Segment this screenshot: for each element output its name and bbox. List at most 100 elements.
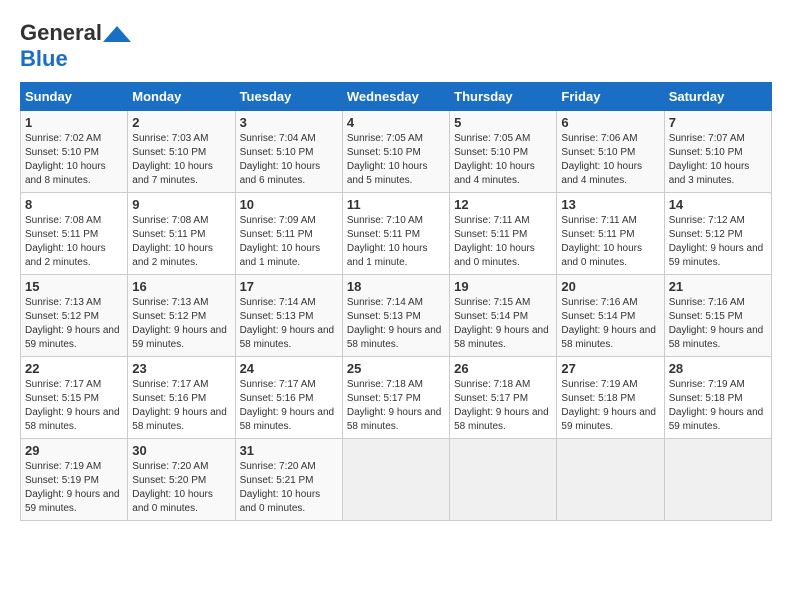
day-number: 5 xyxy=(454,115,552,130)
calendar-cell: 30 Sunrise: 7:20 AMSunset: 5:20 PMDaylig… xyxy=(128,439,235,521)
calendar-cell: 11 Sunrise: 7:10 AMSunset: 5:11 PMDaylig… xyxy=(342,193,449,275)
day-detail: Sunrise: 7:02 AMSunset: 5:10 PMDaylight:… xyxy=(25,133,106,186)
day-detail: Sunrise: 7:06 AMSunset: 5:10 PMDaylight:… xyxy=(561,133,642,186)
week-row-1: 1 Sunrise: 7:02 AMSunset: 5:10 PMDayligh… xyxy=(21,111,772,193)
day-number: 20 xyxy=(561,279,659,294)
calendar-cell: 29 Sunrise: 7:19 AMSunset: 5:19 PMDaylig… xyxy=(21,439,128,521)
day-number: 21 xyxy=(669,279,767,294)
calendar-cell: 24 Sunrise: 7:17 AMSunset: 5:16 PMDaylig… xyxy=(235,357,342,439)
day-detail: Sunrise: 7:17 AMSunset: 5:16 PMDaylight:… xyxy=(240,379,335,432)
day-number: 23 xyxy=(132,361,230,376)
day-detail: Sunrise: 7:14 AMSunset: 5:13 PMDaylight:… xyxy=(347,297,442,350)
day-detail: Sunrise: 7:18 AMSunset: 5:17 PMDaylight:… xyxy=(347,379,442,432)
day-number: 29 xyxy=(25,443,123,458)
calendar-cell: 21 Sunrise: 7:16 AMSunset: 5:15 PMDaylig… xyxy=(664,275,771,357)
day-detail: Sunrise: 7:16 AMSunset: 5:15 PMDaylight:… xyxy=(669,297,764,350)
day-detail: Sunrise: 7:17 AMSunset: 5:16 PMDaylight:… xyxy=(132,379,227,432)
day-detail: Sunrise: 7:20 AMSunset: 5:20 PMDaylight:… xyxy=(132,461,213,514)
calendar-cell: 19 Sunrise: 7:15 AMSunset: 5:14 PMDaylig… xyxy=(450,275,557,357)
header-day-friday: Friday xyxy=(557,83,664,111)
calendar-cell: 6 Sunrise: 7:06 AMSunset: 5:10 PMDayligh… xyxy=(557,111,664,193)
day-number: 18 xyxy=(347,279,445,294)
day-number: 9 xyxy=(132,197,230,212)
calendar-cell: 23 Sunrise: 7:17 AMSunset: 5:16 PMDaylig… xyxy=(128,357,235,439)
calendar-cell: 1 Sunrise: 7:02 AMSunset: 5:10 PMDayligh… xyxy=(21,111,128,193)
day-detail: Sunrise: 7:09 AMSunset: 5:11 PMDaylight:… xyxy=(240,215,321,268)
day-number: 1 xyxy=(25,115,123,130)
day-detail: Sunrise: 7:03 AMSunset: 5:10 PMDaylight:… xyxy=(132,133,213,186)
day-number: 30 xyxy=(132,443,230,458)
calendar-cell: 4 Sunrise: 7:05 AMSunset: 5:10 PMDayligh… xyxy=(342,111,449,193)
day-detail: Sunrise: 7:15 AMSunset: 5:14 PMDaylight:… xyxy=(454,297,549,350)
calendar-cell: 10 Sunrise: 7:09 AMSunset: 5:11 PMDaylig… xyxy=(235,193,342,275)
week-row-4: 22 Sunrise: 7:17 AMSunset: 5:15 PMDaylig… xyxy=(21,357,772,439)
day-number: 31 xyxy=(240,443,338,458)
day-number: 13 xyxy=(561,197,659,212)
calendar-cell: 20 Sunrise: 7:16 AMSunset: 5:14 PMDaylig… xyxy=(557,275,664,357)
day-number: 14 xyxy=(669,197,767,212)
calendar-cell: 12 Sunrise: 7:11 AMSunset: 5:11 PMDaylig… xyxy=(450,193,557,275)
day-detail: Sunrise: 7:10 AMSunset: 5:11 PMDaylight:… xyxy=(347,215,428,268)
day-detail: Sunrise: 7:20 AMSunset: 5:21 PMDaylight:… xyxy=(240,461,321,514)
calendar-cell xyxy=(664,439,771,521)
day-detail: Sunrise: 7:08 AMSunset: 5:11 PMDaylight:… xyxy=(25,215,106,268)
day-detail: Sunrise: 7:14 AMSunset: 5:13 PMDaylight:… xyxy=(240,297,335,350)
calendar-cell: 15 Sunrise: 7:13 AMSunset: 5:12 PMDaylig… xyxy=(21,275,128,357)
week-row-2: 8 Sunrise: 7:08 AMSunset: 5:11 PMDayligh… xyxy=(21,193,772,275)
day-number: 11 xyxy=(347,197,445,212)
calendar-cell: 8 Sunrise: 7:08 AMSunset: 5:11 PMDayligh… xyxy=(21,193,128,275)
day-number: 28 xyxy=(669,361,767,376)
day-number: 3 xyxy=(240,115,338,130)
header-day-monday: Monday xyxy=(128,83,235,111)
week-row-5: 29 Sunrise: 7:19 AMSunset: 5:19 PMDaylig… xyxy=(21,439,772,521)
header-day-tuesday: Tuesday xyxy=(235,83,342,111)
day-detail: Sunrise: 7:17 AMSunset: 5:15 PMDaylight:… xyxy=(25,379,120,432)
calendar-cell: 28 Sunrise: 7:19 AMSunset: 5:18 PMDaylig… xyxy=(664,357,771,439)
calendar-cell: 31 Sunrise: 7:20 AMSunset: 5:21 PMDaylig… xyxy=(235,439,342,521)
day-number: 6 xyxy=(561,115,659,130)
week-row-3: 15 Sunrise: 7:13 AMSunset: 5:12 PMDaylig… xyxy=(21,275,772,357)
day-number: 17 xyxy=(240,279,338,294)
day-detail: Sunrise: 7:05 AMSunset: 5:10 PMDaylight:… xyxy=(454,133,535,186)
day-detail: Sunrise: 7:19 AMSunset: 5:18 PMDaylight:… xyxy=(669,379,764,432)
day-detail: Sunrise: 7:05 AMSunset: 5:10 PMDaylight:… xyxy=(347,133,428,186)
day-detail: Sunrise: 7:13 AMSunset: 5:12 PMDaylight:… xyxy=(25,297,120,350)
logo-text: General xyxy=(20,20,132,46)
calendar-cell xyxy=(450,439,557,521)
day-detail: Sunrise: 7:07 AMSunset: 5:10 PMDaylight:… xyxy=(669,133,750,186)
logo-blue-text: Blue xyxy=(20,46,68,71)
day-detail: Sunrise: 7:19 AMSunset: 5:18 PMDaylight:… xyxy=(561,379,656,432)
calendar-table: SundayMondayTuesdayWednesdayThursdayFrid… xyxy=(20,82,772,521)
day-detail: Sunrise: 7:19 AMSunset: 5:19 PMDaylight:… xyxy=(25,461,120,514)
day-detail: Sunrise: 7:04 AMSunset: 5:10 PMDaylight:… xyxy=(240,133,321,186)
header-day-sunday: Sunday xyxy=(21,83,128,111)
header-day-wednesday: Wednesday xyxy=(342,83,449,111)
calendar-cell: 9 Sunrise: 7:08 AMSunset: 5:11 PMDayligh… xyxy=(128,193,235,275)
day-number: 10 xyxy=(240,197,338,212)
day-detail: Sunrise: 7:12 AMSunset: 5:12 PMDaylight:… xyxy=(669,215,764,268)
day-number: 7 xyxy=(669,115,767,130)
header-day-saturday: Saturday xyxy=(664,83,771,111)
day-number: 26 xyxy=(454,361,552,376)
calendar-cell: 25 Sunrise: 7:18 AMSunset: 5:17 PMDaylig… xyxy=(342,357,449,439)
calendar-cell: 7 Sunrise: 7:07 AMSunset: 5:10 PMDayligh… xyxy=(664,111,771,193)
day-detail: Sunrise: 7:11 AMSunset: 5:11 PMDaylight:… xyxy=(561,215,642,268)
header-area: General Blue xyxy=(20,20,772,72)
day-number: 24 xyxy=(240,361,338,376)
day-detail: Sunrise: 7:18 AMSunset: 5:17 PMDaylight:… xyxy=(454,379,549,432)
calendar-cell: 22 Sunrise: 7:17 AMSunset: 5:15 PMDaylig… xyxy=(21,357,128,439)
header-day-thursday: Thursday xyxy=(450,83,557,111)
day-number: 12 xyxy=(454,197,552,212)
calendar-cell: 27 Sunrise: 7:19 AMSunset: 5:18 PMDaylig… xyxy=(557,357,664,439)
calendar-cell: 3 Sunrise: 7:04 AMSunset: 5:10 PMDayligh… xyxy=(235,111,342,193)
day-detail: Sunrise: 7:11 AMSunset: 5:11 PMDaylight:… xyxy=(454,215,535,268)
calendar-cell: 5 Sunrise: 7:05 AMSunset: 5:10 PMDayligh… xyxy=(450,111,557,193)
calendar-cell: 18 Sunrise: 7:14 AMSunset: 5:13 PMDaylig… xyxy=(342,275,449,357)
calendar-cell xyxy=(557,439,664,521)
day-number: 25 xyxy=(347,361,445,376)
day-detail: Sunrise: 7:16 AMSunset: 5:14 PMDaylight:… xyxy=(561,297,656,350)
day-detail: Sunrise: 7:08 AMSunset: 5:11 PMDaylight:… xyxy=(132,215,213,268)
day-number: 15 xyxy=(25,279,123,294)
day-number: 19 xyxy=(454,279,552,294)
day-number: 16 xyxy=(132,279,230,294)
